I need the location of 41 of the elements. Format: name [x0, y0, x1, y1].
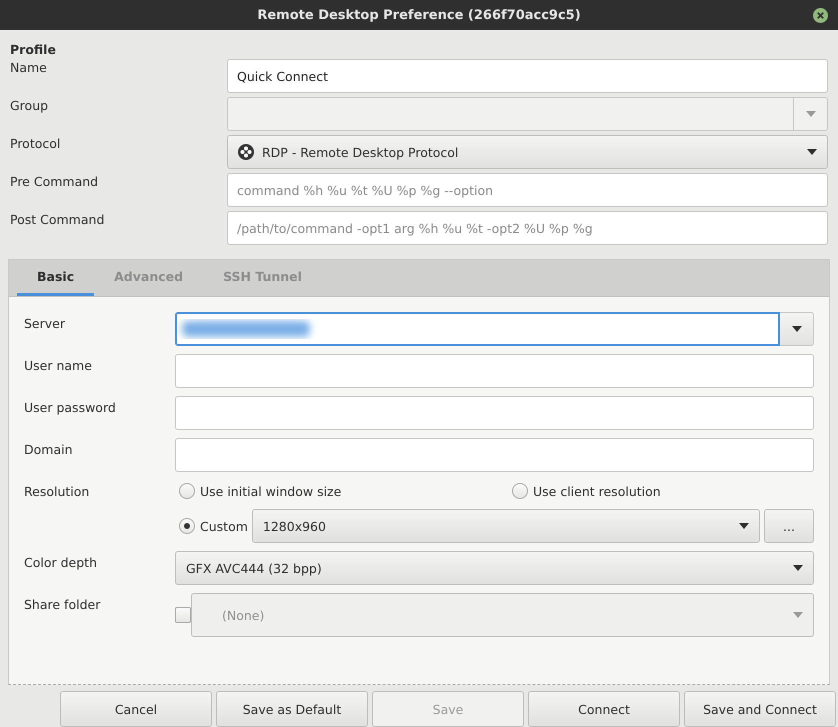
dropdown-arrow-icon — [806, 111, 816, 117]
field-label: Protocol — [10, 135, 60, 151]
field-label: Group — [10, 97, 48, 113]
field-label: Server — [24, 315, 65, 331]
dropdown-arrow-icon — [793, 612, 803, 618]
dropdown-arrow-icon — [793, 565, 803, 571]
dropdown[interactable]: RDP - Remote Desktop Protocol — [227, 135, 828, 169]
field-label: User name — [24, 357, 92, 373]
text-field[interactable] — [175, 438, 814, 472]
dialog-button[interactable]: Save and Connect — [684, 691, 836, 727]
tab[interactable]: Basic — [17, 260, 94, 296]
dropdown-button[interactable] — [780, 312, 814, 346]
radio-option[interactable]: Use client resolution — [512, 483, 814, 499]
field-label: Name — [10, 59, 47, 75]
dropdown-arrow-icon — [739, 523, 749, 529]
protocol-icon — [238, 144, 254, 160]
section-heading: Profile — [10, 42, 56, 59]
text-field[interactable] — [175, 396, 814, 430]
window-title: Remote Desktop Preference (266f70acc9c5) — [257, 8, 581, 22]
dialog-button[interactable]: Cancel — [60, 691, 212, 727]
text-field[interactable]: Quick Connect — [227, 59, 828, 93]
field-label: Pre Command — [10, 173, 98, 189]
text-field[interactable] — [175, 312, 780, 346]
dropdown-arrow-icon — [792, 326, 802, 332]
field-label: Post Command — [10, 211, 104, 227]
dialog-button[interactable]: Save as Default — [216, 691, 368, 727]
dropdown[interactable]: 1280x960 — [252, 509, 760, 543]
dropdown-arrow-icon — [807, 149, 817, 155]
dropdown[interactable]: GFX AVC444 (32 bpp) — [175, 551, 814, 585]
radio-option[interactable]: Custom — [179, 518, 248, 534]
more-button[interactable]: ... — [764, 509, 814, 543]
field-label: Resolution — [24, 483, 90, 499]
radio-option[interactable]: Use initial window size — [179, 483, 512, 499]
checkbox[interactable] — [175, 607, 191, 623]
field-label: Share folder — [24, 596, 100, 612]
field-label: Color depth — [24, 554, 97, 570]
dialog-button[interactable]: Connect — [528, 691, 680, 727]
field-label: Domain — [24, 441, 73, 457]
text-field[interactable] — [175, 354, 814, 388]
close-icon[interactable] — [813, 8, 828, 23]
field-label: User password — [24, 399, 116, 415]
